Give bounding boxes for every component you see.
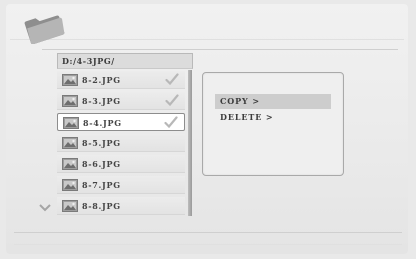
file-name: 8-3.JPG	[82, 96, 121, 106]
file-row[interactable]: 8-6.JPG	[57, 155, 185, 173]
file-name: 8-8.JPG	[82, 201, 121, 211]
file-row[interactable]: 8-3.JPG	[57, 92, 185, 110]
checkmark-icon	[164, 116, 178, 129]
file-row[interactable]: 8-8.JPG	[57, 197, 185, 215]
image-file-icon	[62, 137, 78, 149]
file-name: 8-4.JPG	[83, 118, 122, 128]
image-file-icon	[62, 74, 78, 86]
image-file-icon	[62, 200, 78, 212]
image-file-icon	[62, 179, 78, 191]
file-name: 8-5.JPG	[82, 138, 121, 148]
footer-divider-2	[14, 244, 402, 245]
checkmark-icon	[165, 94, 179, 107]
file-name: 8-2.JPG	[82, 75, 121, 85]
checkmark-icon	[165, 73, 179, 86]
folder-icon	[24, 15, 65, 44]
copy-menu-item[interactable]: COPY >	[215, 94, 331, 109]
action-menu: COPY > DELETE >	[202, 72, 344, 176]
file-row[interactable]: 8-2.JPG	[57, 71, 185, 89]
file-row[interactable]: 8-5.JPG	[57, 134, 185, 152]
file-list: D:/4-3JPG/ 8-2.JPG 8-3.JPG 8-4.JPG 8-5.JPG 8…	[57, 53, 193, 216]
header-divider	[10, 39, 404, 40]
file-name: 8-7.JPG	[82, 180, 121, 190]
chevron-down-icon[interactable]	[38, 203, 52, 213]
path-bar: D:/4-3JPG/	[57, 53, 193, 69]
header-underline	[42, 49, 398, 50]
file-name: 8-6.JPG	[82, 159, 121, 169]
scrollbar-thumb[interactable]	[188, 70, 192, 216]
image-file-icon	[62, 158, 78, 170]
file-row[interactable]: 8-7.JPG	[57, 176, 185, 194]
file-row[interactable]: 8-4.JPG	[57, 113, 185, 131]
image-file-icon	[63, 117, 79, 129]
image-file-icon	[62, 95, 78, 107]
delete-menu-item[interactable]: DELETE >	[215, 110, 331, 125]
footer-divider	[14, 232, 402, 233]
